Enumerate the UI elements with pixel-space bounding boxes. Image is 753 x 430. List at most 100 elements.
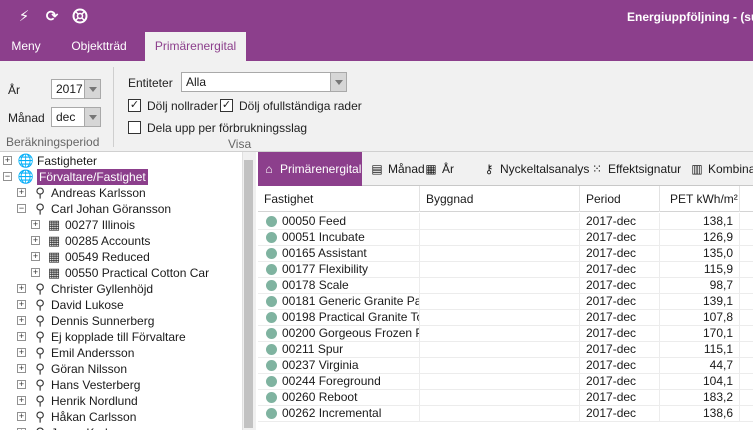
month-select[interactable]: dec bbox=[51, 107, 101, 127]
tree-item[interactable]: + ▦ 00549 Reduced bbox=[0, 249, 240, 265]
tree-item-label: Göran Nilsson bbox=[51, 362, 128, 376]
table-row[interactable]: 00198 Practical Granite To... 2017-dec 107… bbox=[258, 309, 753, 326]
table-row[interactable]: 00181 Generic Granite Pa... 2017-dec 139,1 bbox=[258, 293, 753, 310]
chevron-down-icon[interactable] bbox=[84, 108, 100, 126]
tree-expander-icon[interactable]: + bbox=[17, 364, 26, 373]
cell-fastighet: 00198 Practical Granite To... bbox=[282, 309, 420, 326]
manager-icon: ⚲ bbox=[35, 313, 45, 328]
tree-item[interactable]: + ⚲ Göran Nilsson bbox=[0, 361, 240, 377]
status-dot-icon bbox=[266, 216, 277, 227]
refresh-icon[interactable]: ⟳ bbox=[42, 6, 62, 26]
column-header-pet[interactable]: PET kWh/m² bbox=[660, 186, 740, 212]
scatter-icon: ⁙ bbox=[591, 162, 603, 176]
cell-pet: 126,9 bbox=[660, 229, 740, 246]
tab-primarenergital[interactable]: Primärenergital bbox=[145, 32, 246, 61]
tree-item[interactable]: + ▦ 00550 Practical Cotton Car bbox=[0, 265, 240, 281]
tree-item[interactable]: +⚲Jonas Karlsson bbox=[0, 425, 240, 430]
cell-pet: 98,7 bbox=[660, 277, 740, 294]
table-row[interactable]: 00260 Reboot 2017-dec 183,2 bbox=[258, 389, 753, 406]
table-row[interactable]: 00244 Foreground 2017-dec 104,1 bbox=[258, 373, 753, 390]
hide-incomplete-checkbox[interactable]: ✓ bbox=[220, 99, 233, 112]
ribbon-tabs: Meny Objektträd Primärenergital bbox=[0, 32, 753, 61]
tree-item[interactable]: + ⚲ Håkan Carlsson bbox=[0, 409, 240, 425]
view-tab[interactable]: ▥ Kombinat bbox=[686, 152, 753, 186]
table-row[interactable]: 00051 Incubate 2017-dec 126,9 bbox=[258, 229, 753, 246]
group-divider bbox=[113, 67, 114, 147]
tree-item[interactable]: + 🌐 Fastigheter bbox=[0, 153, 240, 169]
table-row[interactable]: 00211 Spur 2017-dec 115,1 bbox=[258, 341, 753, 358]
table-row[interactable]: 00200 Gorgeous Frozen P... 2017-dec 170,1 bbox=[258, 325, 753, 342]
entity-select[interactable]: Alla bbox=[181, 72, 347, 92]
tree-expander-icon[interactable]: + bbox=[17, 412, 26, 421]
table-row[interactable]: 00262 Incremental 2017-dec 138,6 bbox=[258, 405, 753, 422]
manager-icon: ⚲ bbox=[35, 201, 45, 216]
tree-item[interactable]: + ⚲ Andreas Karlsson bbox=[0, 185, 240, 201]
cell-byggnad bbox=[420, 293, 580, 310]
cell-byggnad bbox=[420, 229, 580, 246]
tree-item[interactable]: + ⚲ Ej kopplade till Förvaltare bbox=[0, 329, 240, 345]
lightning-icon[interactable]: ⚡ bbox=[14, 6, 34, 26]
tree-expander-icon[interactable]: + bbox=[17, 316, 26, 325]
table-row[interactable]: 00177 Flexibility 2017-dec 115,9 bbox=[258, 261, 753, 278]
column-header-byggnad[interactable]: Byggnad bbox=[420, 186, 580, 212]
status-dot-icon bbox=[266, 344, 277, 355]
hide-zero-label: Dölj nollrader bbox=[147, 99, 218, 113]
split-checkbox[interactable] bbox=[128, 121, 141, 134]
tree-item[interactable]: + ▦ 00285 Accounts bbox=[0, 233, 240, 249]
view-tab[interactable]: ⁙ Effektsignatur bbox=[586, 152, 682, 186]
table-row[interactable]: 00050 Feed 2017-dec 138,1 bbox=[258, 213, 753, 230]
table-row[interactable]: 00237 Virginia 2017-dec 44,7 bbox=[258, 357, 753, 374]
year-label: År bbox=[8, 83, 20, 97]
tree-item[interactable]: − ⚲ Carl Johan Göransson bbox=[0, 201, 240, 217]
tree-item-label: Fastigheter bbox=[37, 154, 98, 168]
tree-expander-icon[interactable]: + bbox=[3, 156, 12, 165]
cell-pet: 138,1 bbox=[660, 213, 740, 230]
tab-meny[interactable]: Meny bbox=[0, 32, 52, 61]
split-label: Dela upp per förbrukningsslag bbox=[147, 121, 308, 135]
cell-fastighet: 00260 Reboot bbox=[282, 389, 420, 406]
tree-expander-icon[interactable]: + bbox=[31, 220, 40, 229]
tree-expander-icon[interactable]: + bbox=[17, 284, 26, 293]
tab-objekttrad[interactable]: Objektträd bbox=[60, 32, 138, 61]
cell-period: 2017-dec bbox=[580, 261, 660, 278]
tree-item[interactable]: + ⚲ Dennis Sunnerberg bbox=[0, 313, 240, 329]
tree-item[interactable]: + ▦ 00277 Illinois bbox=[0, 217, 240, 233]
column-header-fastighet[interactable]: Fastighet bbox=[258, 186, 420, 212]
tree-expander-icon[interactable]: − bbox=[3, 172, 12, 181]
tree-item[interactable]: + ⚲ Emil Andersson bbox=[0, 345, 240, 361]
tree-item[interactable]: + ⚲ Hans Vesterberg bbox=[0, 377, 240, 393]
tree-item[interactable]: + ⚲ Henrik Nordlund bbox=[0, 393, 240, 409]
tree-expander-icon[interactable]: + bbox=[31, 236, 40, 245]
status-dot-icon bbox=[266, 264, 277, 275]
cell-fastighet: 00165 Assistant bbox=[282, 245, 420, 262]
tree-expander-icon[interactable]: − bbox=[17, 204, 26, 213]
view-tab-label: Primärenergital bbox=[280, 162, 362, 176]
tree-scrollbar-thumb[interactable] bbox=[244, 160, 253, 428]
tree-expander-icon[interactable]: + bbox=[17, 300, 26, 309]
table-row[interactable]: 00165 Assistant 2017-dec 135,0 bbox=[258, 245, 753, 262]
tree-item[interactable]: − 🌐 Förvaltare/Fastighet bbox=[0, 169, 240, 185]
column-header-period[interactable]: Period bbox=[580, 186, 660, 212]
view-tab[interactable]: ⌂ Primärenergital bbox=[258, 152, 362, 186]
tree-expander-icon[interactable]: + bbox=[17, 188, 26, 197]
table-row[interactable]: 00178 Scale 2017-dec 98,7 bbox=[258, 277, 753, 294]
view-tab[interactable]: ▦ År bbox=[420, 152, 474, 186]
cell-pet: 115,1 bbox=[660, 341, 740, 358]
hide-zero-checkbox[interactable]: ✓ bbox=[128, 99, 141, 112]
chevron-down-icon[interactable] bbox=[84, 80, 100, 98]
lifebuoy-icon[interactable] bbox=[70, 6, 90, 26]
tree-expander-icon[interactable]: + bbox=[31, 252, 40, 261]
tree-expander-icon[interactable]: + bbox=[17, 396, 26, 405]
view-tab[interactable]: ▤ Månad bbox=[366, 152, 424, 186]
tree-item[interactable]: + ⚲ David Lukose bbox=[0, 297, 240, 313]
tree-expander-icon[interactable]: + bbox=[17, 332, 26, 341]
manager-icon: ⚲ bbox=[35, 361, 45, 376]
cell-pet: 135,0 bbox=[660, 245, 740, 262]
tree-item[interactable]: + ⚲ Christer Gyllenhöjd bbox=[0, 281, 240, 297]
tree-expander-icon[interactable]: + bbox=[17, 380, 26, 389]
tree-expander-icon[interactable]: + bbox=[31, 268, 40, 277]
year-select[interactable]: 2017 bbox=[51, 79, 101, 99]
tree-expander-icon[interactable]: + bbox=[17, 348, 26, 357]
chevron-down-icon[interactable] bbox=[330, 73, 346, 91]
view-tab[interactable]: ⚷ Nyckeltalsanalys bbox=[478, 152, 590, 186]
